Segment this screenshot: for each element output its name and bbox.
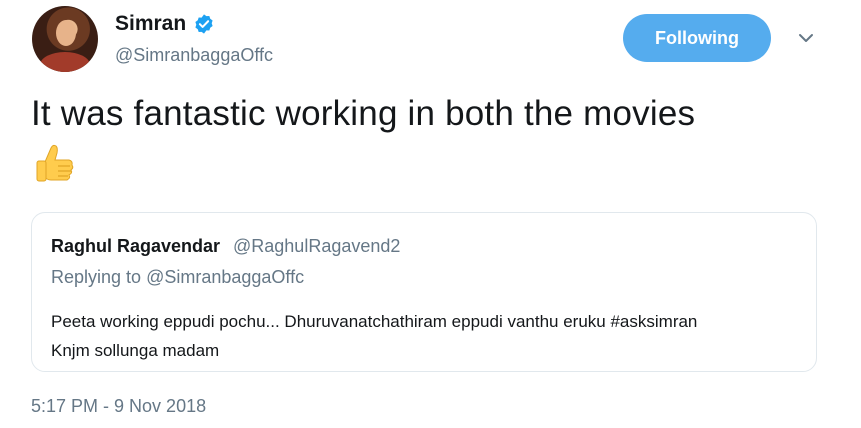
quoted-author-handle[interactable]: @RaghulRagavend2 (233, 236, 400, 257)
author-name-row[interactable]: Simran (115, 12, 215, 36)
avatar[interactable] (32, 6, 98, 72)
quoted-text-line-2: Knjm sollunga madam (51, 341, 220, 360)
replying-to-mention[interactable]: @SimranbaggaOffc (146, 267, 304, 287)
avatar-dress (40, 52, 90, 72)
avatar-face (56, 20, 76, 46)
author-name[interactable]: Simran (115, 12, 186, 36)
following-button[interactable]: Following (623, 14, 771, 62)
tweet-text: It was fantastic working in both the mov… (31, 94, 696, 133)
quoted-author-name[interactable]: Raghul Ragavendar (51, 236, 220, 257)
author-handle[interactable]: @SimranbaggaOffc (115, 45, 273, 66)
quoted-tweet-card[interactable]: Raghul Ragavendar @RaghulRagavend2 Reply… (31, 212, 817, 372)
replying-to-line: Replying to @SimranbaggaOffc (51, 267, 304, 288)
quoted-tweet-text: Peeta working eppudi pochu... Dhuruvanat… (51, 307, 811, 365)
chevron-down-icon[interactable] (795, 27, 817, 49)
quoted-text-line-1: Peeta working eppudi pochu... Dhuruvanat… (51, 312, 698, 331)
replying-to-label: Replying to (51, 267, 142, 287)
thumbs-up-icon (36, 144, 74, 182)
tweet-timestamp[interactable]: 5:17 PM - 9 Nov 2018 (31, 396, 206, 417)
verified-badge-icon (195, 14, 213, 34)
